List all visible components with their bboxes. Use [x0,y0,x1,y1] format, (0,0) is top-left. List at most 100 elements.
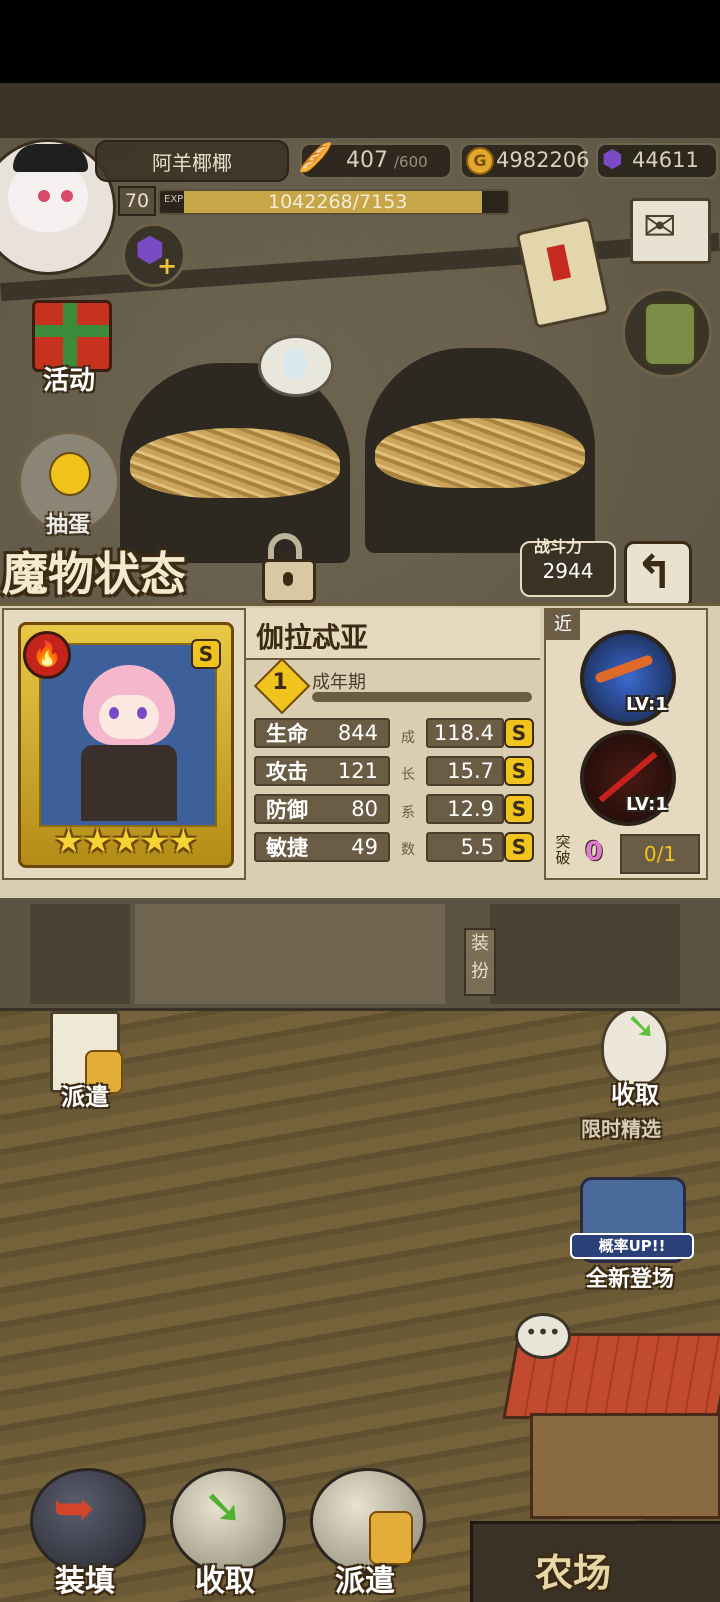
monster-name: 伽拉忒亚 [256,621,369,654]
dispatch-button[interactable]: 派遣 [300,1468,430,1602]
growth-value: 12.9 [426,794,504,824]
backpack-icon [643,301,697,367]
stat-value-box: 生命 844 [254,718,390,748]
star-icon: ★ [111,822,141,860]
gold-value: 4982206 [496,148,590,172]
activity-button[interactable]: 活动 [14,288,124,403]
battle-power-box: 战斗力 2944 [520,537,616,597]
skill-2-level: LV:1 [626,794,668,815]
growth-stage-badge: 1 [253,657,311,715]
stat-value: 80 [351,797,378,821]
equipment-slot-2[interactable] [135,904,445,1004]
monster-status-header: 魔物状态 [0,538,250,601]
stat-value: 844 [337,721,378,745]
farm-button[interactable]: 农场 [470,1521,720,1602]
dispatch-shortcut-button[interactable]: 派遣 [40,1005,130,1111]
growth-caption-char: 数 [401,842,415,859]
bread-icon: 🥖 [298,141,333,174]
growth-caption-char: 系 [401,804,415,821]
breakthrough-progress[interactable]: 0/1 [620,834,700,874]
new-arrival-label: 全新登场 [585,1267,674,1292]
growth-value: 5.5 [426,832,504,862]
stat-row: 防御 80 12.9 S [254,794,534,824]
stat-value-box: 防御 80 [254,794,390,824]
farm-walls [530,1413,720,1519]
green-arrow-icon: ➘ [626,1006,657,1047]
nest-left[interactable] [130,428,340,498]
skill-1-level: LV:1 [626,694,668,715]
monster-card-frame: 🔥 S ★ ★ ★ ★ ★ [2,608,246,880]
growth-caption-char: 成 [401,729,415,746]
skills-panel: 近 LV:1 LV:1 突 破 0 0/1 [544,608,708,880]
stat-row: 生命 844 118.4 S [254,718,534,748]
farm-label: 农场 [534,1551,611,1595]
backpack-button[interactable] [622,288,712,378]
rate-up-badge: 概率UP!! [570,1233,694,1259]
lock-icon [262,559,316,603]
player-level: 70 [124,190,150,212]
growth-grade-badge: S [504,832,534,862]
monster-eye-left [109,707,119,719]
player-name-plate: 阿羊椰椰 [95,140,289,182]
gold-counter[interactable]: G 4982206 [460,143,590,179]
stat-value: 49 [351,835,378,859]
stamina-counter[interactable]: 🥖 407 /600 [298,141,452,179]
gem-counter[interactable]: ⬢ 44611 [596,143,718,179]
egg-speech-bubble [258,335,334,397]
breakthrough-count: 0 [584,837,604,867]
stage-number: 1 [272,670,288,695]
monster-status-title: 魔物状态 [2,547,186,601]
stat-label: 防御 [266,798,308,822]
top-beam [0,83,720,138]
dispatch-shortcut-label: 派遣 [61,1083,109,1111]
stat-value-box: 敏捷 49 [254,832,390,862]
equipment-slot-3[interactable] [490,904,680,1004]
breakthrough-label: 突 破 [552,834,574,866]
red-arrow-icon: ➥ [53,1479,95,1537]
stat-label: 攻击 [266,760,308,784]
collect-shortcut-button[interactable]: ➘ 收取 [585,1003,685,1113]
nest-right[interactable] [375,418,585,488]
return-arrow-icon: ↰ [635,545,674,599]
green-arrow-icon: ➘ [203,1479,244,1535]
envelope-icon: ✉ [643,204,677,250]
gem-value: 44611 [632,148,699,172]
collect-button[interactable]: ➘ 收取 [160,1468,290,1602]
buy-gems-button[interactable]: ⬢ + [122,223,186,287]
monster-face [99,695,159,739]
monster-name-bar: 伽拉忒亚 [246,608,540,660]
dispatch-label: 派遣 [335,1564,395,1599]
breakthrough-label-2: 破 [555,849,571,867]
player-level-badge: 70 [118,186,156,216]
stat-label: 敏捷 [266,836,308,860]
battle-power-value: 2944 [542,559,594,583]
load-button[interactable]: ➥ 装填 [20,1468,150,1602]
back-button[interactable]: ↰ [624,541,692,609]
range-tag: 近 [546,610,580,640]
quest-scroll-button[interactable] [515,216,611,329]
star-icon: ★ [54,822,83,860]
scroll-icon [515,217,611,329]
plus-icon: + [157,252,178,280]
new-arrival-banner[interactable]: 概率UP!! 全新登场 [560,1173,700,1298]
fire-element-icon: 🔥 [23,631,71,679]
star-icon: ★ [169,822,198,860]
collect-label: 收取 [195,1564,255,1599]
star-icon: ★ [82,822,112,860]
monster-portrait [39,643,217,827]
player-name: 阿羊椰椰 [152,150,232,175]
dress-up-tab[interactable]: 装 扮 [464,928,496,996]
lock-button[interactable] [258,533,318,603]
gacha-button[interactable]: 抽蛋 [8,423,128,538]
stat-value: 121 [337,759,378,783]
equipment-strip: 装 扮 [0,898,720,1011]
exp-bar: EXP 1042268/7153 [158,189,510,215]
dress-up-tab-1: 装 [471,933,489,954]
monster-card[interactable]: 🔥 S ★ ★ ★ ★ ★ [18,622,234,868]
mail-button[interactable]: ✉ [630,198,711,264]
monster-status-panel: 🔥 S ★ ★ ★ ★ ★ 伽拉忒亚 1 成年期 生命 844 118.4 S 攻击 121 15.… [0,603,720,901]
exp-value: 1042268/7153 [268,191,408,213]
limited-selection-label[interactable]: 限时精选 [556,1113,686,1142]
stamina-current: 407 [346,148,388,173]
equipment-slot-1[interactable] [30,904,130,1004]
